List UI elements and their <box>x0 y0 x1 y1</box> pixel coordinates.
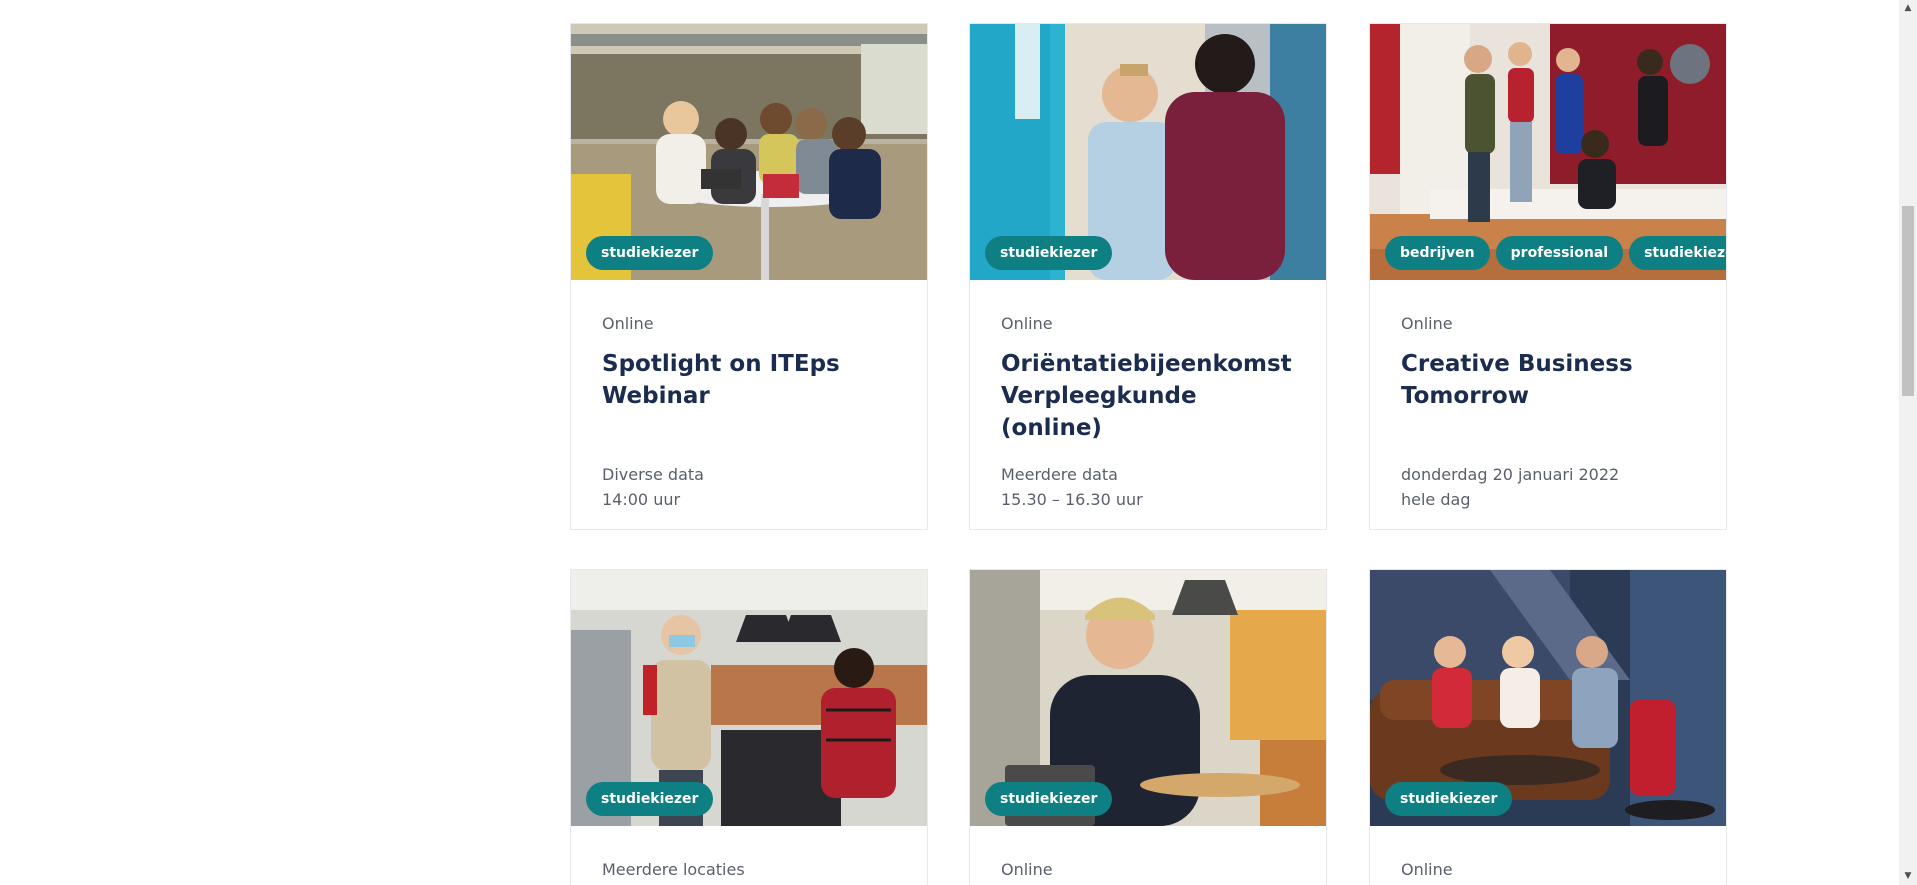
event-image: studiekiezer <box>571 570 927 826</box>
event-details: Online <box>1370 826 1726 880</box>
event-card-online-laptop[interactable]: studiekiezer Online <box>969 569 1327 885</box>
tag-studiekiezer[interactable]: studiekiezer <box>985 782 1113 816</box>
event-title[interactable]: Oriëntatiebijeenkomst Verpleegkunde (onl… <box>1001 348 1295 441</box>
tag-bedrijven[interactable]: bedrijven <box>1385 236 1490 270</box>
triangle-up-icon[interactable]: ▲ <box>1899 0 1917 17</box>
event-card-spotlight-iteps[interactable]: studiekiezer Online Spotlight on ITEps W… <box>570 23 928 530</box>
event-image: studiekiezer <box>970 24 1326 280</box>
event-image: bedrijven professional studiekiezer <box>1370 24 1726 280</box>
event-tags: studiekiezer <box>586 782 714 816</box>
event-card-online-lounge[interactable]: studiekiezer Online <box>1369 569 1727 885</box>
tag-studiekiezer[interactable]: studiekiezer <box>1629 236 1726 270</box>
event-date: donderdag 20 januari 2022 <box>1401 465 1620 484</box>
event-tags: bedrijven professional studiekiezer <box>1385 236 1726 270</box>
event-meta: Meerdere data 15.30 – 16.30 uur <box>1001 462 1295 512</box>
tag-professional[interactable]: professional <box>1495 236 1624 270</box>
event-image: studiekiezer <box>1370 570 1726 826</box>
event-tags: studiekiezer <box>586 236 714 270</box>
tag-studiekiezer[interactable]: studiekiezer <box>586 782 714 816</box>
event-meta: Diverse data 14:00 uur <box>602 462 896 512</box>
event-location: Online <box>1001 314 1053 333</box>
event-details: Meerdere locaties <box>571 826 927 880</box>
event-location: Online <box>1401 860 1453 879</box>
event-time: hele dag <box>1401 490 1471 509</box>
event-time: 14:00 uur <box>602 490 681 509</box>
event-title[interactable]: Creative Business Tomorrow <box>1401 348 1695 434</box>
event-title[interactable]: Spotlight on ITEps Webinar <box>602 348 896 434</box>
event-details: Online <box>970 826 1326 880</box>
event-meta: donderdag 20 januari 2022 hele dag <box>1401 462 1695 512</box>
triangle-down-icon[interactable]: ▼ <box>1899 868 1917 885</box>
event-tags: studiekiezer <box>985 236 1113 270</box>
page-viewport: studiekiezer Online Spotlight on ITEps W… <box>0 0 1899 885</box>
event-tags: studiekiezer <box>1385 782 1513 816</box>
event-image: studiekiezer <box>571 24 927 280</box>
event-details: Online Oriëntatiebijeenkomst Verpleegkun… <box>970 280 1326 512</box>
event-location: Online <box>1001 860 1053 879</box>
scrollbar-thumb[interactable] <box>1902 206 1914 396</box>
event-time: 15.30 – 16.30 uur <box>1001 490 1143 509</box>
event-location: Online <box>602 314 654 333</box>
event-date: Diverse data <box>602 465 704 484</box>
event-date: Meerdere data <box>1001 465 1118 484</box>
event-tags: studiekiezer <box>985 782 1113 816</box>
tag-studiekiezer[interactable]: studiekiezer <box>1385 782 1513 816</box>
event-card-orientatie-verpleegkunde[interactable]: studiekiezer Online Oriëntatiebijeenkoms… <box>969 23 1327 530</box>
event-image: studiekiezer <box>970 570 1326 826</box>
event-card-creative-business[interactable]: bedrijven professional studiekiezer Onli… <box>1369 23 1727 530</box>
page-scrollbar[interactable]: ▲ ▼ <box>1899 0 1917 885</box>
event-details: Online Spotlight on ITEps Webinar Divers… <box>571 280 927 512</box>
event-card-meerdere-locaties[interactable]: studiekiezer Meerdere locaties <box>570 569 928 885</box>
event-location: Online <box>1401 314 1453 333</box>
tag-studiekiezer[interactable]: studiekiezer <box>985 236 1113 270</box>
event-location: Meerdere locaties <box>602 860 745 879</box>
tag-studiekiezer[interactable]: studiekiezer <box>586 236 714 270</box>
event-details: Online Creative Business Tomorrow donder… <box>1370 280 1726 512</box>
